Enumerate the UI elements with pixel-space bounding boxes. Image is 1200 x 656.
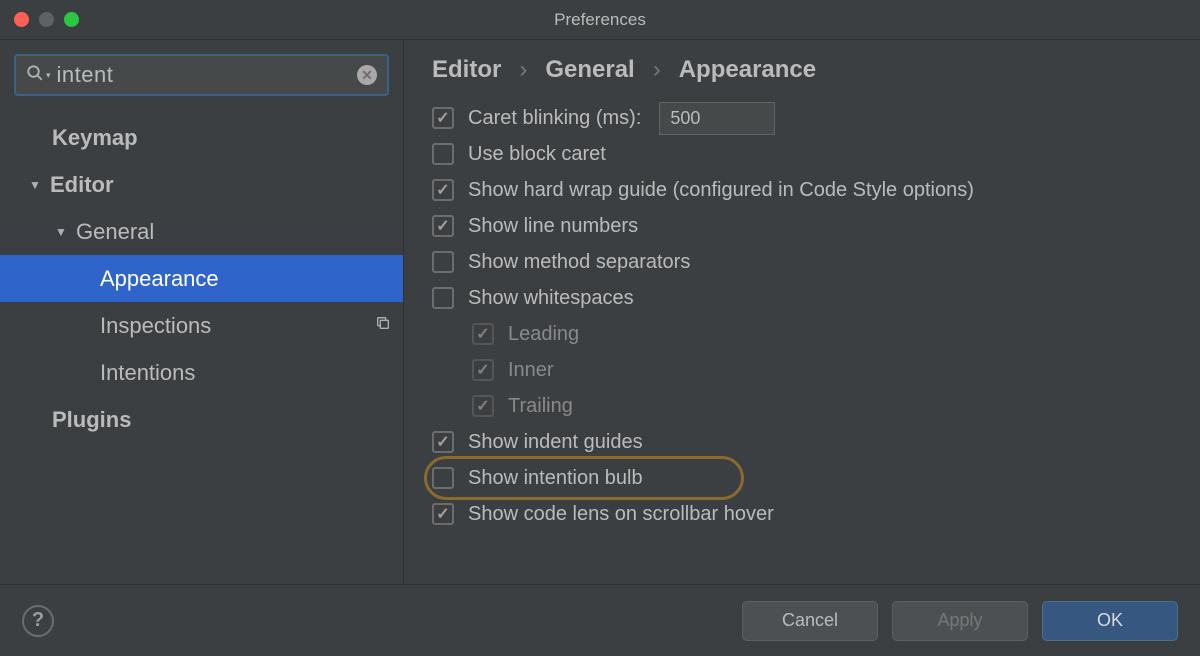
search-icon	[26, 64, 44, 87]
checkbox-checked-icon[interactable]	[432, 179, 454, 201]
cancel-button[interactable]: Cancel	[742, 601, 878, 641]
search-dropdown-icon[interactable]: ▾	[46, 70, 51, 81]
sidebar-item-intentions[interactable]: Intentions	[0, 349, 403, 396]
window-controls	[14, 12, 79, 27]
checkbox-unchecked-icon[interactable]	[432, 251, 454, 273]
checkbox-unchecked-icon[interactable]	[432, 143, 454, 165]
profile-icon	[375, 315, 391, 336]
titlebar: Preferences	[0, 0, 1200, 40]
help-button[interactable]: ?	[22, 605, 54, 637]
search-box[interactable]: ▾ ✕	[14, 54, 389, 96]
sidebar-item-editor[interactable]: ▼ Editor	[0, 161, 403, 208]
chevron-right-icon: ›	[653, 56, 661, 84]
maximize-window-button[interactable]	[64, 12, 79, 27]
window-title: Preferences	[554, 10, 646, 30]
setting-use-block-caret[interactable]: Use block caret	[432, 136, 1180, 172]
search-input[interactable]	[57, 56, 357, 94]
caret-blinking-input[interactable]	[659, 102, 775, 135]
setting-method-separators[interactable]: Show method separators	[432, 244, 1180, 280]
setting-intention-bulb[interactable]: Show intention bulb	[432, 460, 1180, 496]
checkbox-unchecked-icon[interactable]	[432, 467, 454, 489]
chevron-right-icon: ›	[519, 56, 527, 84]
setting-indent-guides[interactable]: Show indent guides	[432, 424, 1180, 460]
breadcrumb-item[interactable]: General	[545, 56, 634, 84]
ok-button[interactable]: OK	[1042, 601, 1178, 641]
sidebar-item-plugins[interactable]: Plugins	[0, 396, 403, 443]
disclosure-icon[interactable]: ▼	[54, 225, 68, 239]
checkbox-checked-icon	[472, 359, 494, 381]
checkbox-checked-icon[interactable]	[432, 107, 454, 129]
checkbox-checked-icon	[472, 395, 494, 417]
clear-search-button[interactable]: ✕	[357, 65, 377, 85]
checkbox-checked-icon[interactable]	[432, 215, 454, 237]
settings-tree: Keymap ▼ Editor ▼ General Appearance Ins…	[0, 114, 403, 584]
checkbox-checked-icon[interactable]	[432, 431, 454, 453]
setting-ws-trailing: Trailing	[432, 388, 1180, 424]
sidebar: ▾ ✕ Keymap ▼ Editor ▼ General Appearance…	[0, 40, 404, 584]
search-container: ▾ ✕	[14, 54, 389, 96]
setting-ws-inner: Inner	[432, 352, 1180, 388]
content-pane: Editor › General › Appearance Caret blin…	[404, 40, 1200, 584]
sidebar-item-appearance[interactable]: Appearance	[0, 255, 403, 302]
settings-list: Caret blinking (ms): Use block caret Sho…	[404, 98, 1200, 584]
setting-ws-leading: Leading	[432, 316, 1180, 352]
breadcrumb-item: Appearance	[679, 56, 816, 84]
setting-code-lens[interactable]: Show code lens on scrollbar hover	[432, 496, 1180, 532]
setting-hard-wrap[interactable]: Show hard wrap guide (configured in Code…	[432, 172, 1180, 208]
breadcrumb: Editor › General › Appearance	[404, 40, 1200, 98]
setting-line-numbers[interactable]: Show line numbers	[432, 208, 1180, 244]
close-window-button[interactable]	[14, 12, 29, 27]
sidebar-item-keymap[interactable]: Keymap	[0, 114, 403, 161]
apply-button[interactable]: Apply	[892, 601, 1028, 641]
breadcrumb-item[interactable]: Editor	[432, 56, 501, 84]
checkbox-unchecked-icon[interactable]	[432, 287, 454, 309]
checkbox-checked-icon	[472, 323, 494, 345]
sidebar-item-general[interactable]: ▼ General	[0, 208, 403, 255]
dialog-footer: ? Cancel Apply OK	[0, 584, 1200, 656]
setting-whitespaces[interactable]: Show whitespaces	[432, 280, 1180, 316]
minimize-window-button[interactable]	[39, 12, 54, 27]
checkbox-checked-icon[interactable]	[432, 503, 454, 525]
setting-caret-blinking[interactable]: Caret blinking (ms):	[432, 100, 1180, 136]
sidebar-item-inspections[interactable]: Inspections	[0, 302, 403, 349]
main-area: ▾ ✕ Keymap ▼ Editor ▼ General Appearance…	[0, 40, 1200, 584]
disclosure-icon[interactable]: ▼	[28, 178, 42, 192]
